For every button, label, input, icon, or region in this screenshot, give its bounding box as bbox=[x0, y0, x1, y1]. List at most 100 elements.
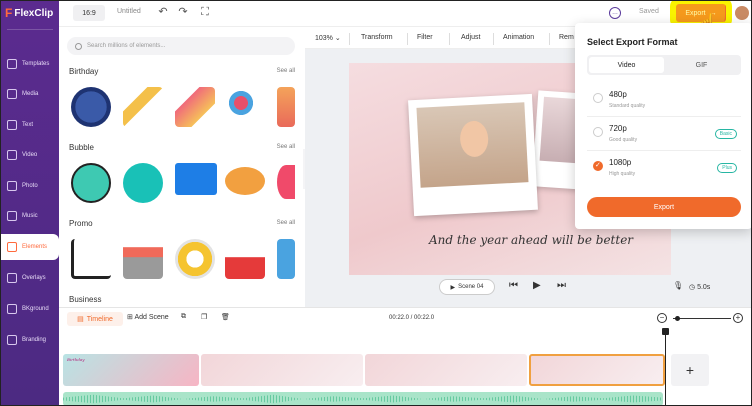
see-all-link[interactable]: See all bbox=[277, 144, 295, 150]
next-scene-icon[interactable]: ⏭ bbox=[557, 280, 566, 291]
templates-icon bbox=[7, 59, 17, 69]
divider bbox=[493, 33, 494, 45]
section-title-birthday: Birthday bbox=[69, 67, 99, 76]
promo-element[interactable] bbox=[277, 239, 295, 279]
divider bbox=[407, 33, 408, 45]
timeline-tab[interactable]: ▤ Timeline bbox=[67, 312, 123, 326]
square-bubble-element[interactable] bbox=[175, 163, 217, 195]
previous-scene-icon[interactable]: ⏮ bbox=[509, 280, 518, 291]
format-tabs: Video GIF bbox=[587, 55, 741, 75]
black-friday-element[interactable] bbox=[225, 239, 265, 279]
sidebar-item-text[interactable]: Text bbox=[1, 112, 59, 138]
background-icon bbox=[7, 304, 17, 314]
project-title[interactable]: Untitled bbox=[117, 8, 141, 15]
delivery-truck-element[interactable] bbox=[123, 239, 163, 279]
trash-icon[interactable]: 🗑 bbox=[221, 313, 230, 321]
sidebar-item-music[interactable]: Music bbox=[1, 203, 59, 229]
sidebar-item-label: Video bbox=[22, 152, 38, 158]
copy-icon[interactable]: ❐ bbox=[201, 313, 207, 321]
add-scene-plus-button[interactable]: + bbox=[671, 354, 709, 386]
caption-text[interactable]: And the year ahead will be better bbox=[429, 233, 669, 247]
sidebar-item-video[interactable]: Video bbox=[1, 142, 59, 168]
clock-icon: ◷ bbox=[689, 284, 696, 291]
cake-slice-element[interactable] bbox=[277, 87, 295, 127]
tab-transform[interactable]: Transform bbox=[361, 34, 393, 41]
search-input[interactable]: Search millions of elements... bbox=[67, 37, 295, 55]
split-icon[interactable]: ⧉ bbox=[181, 313, 186, 321]
zoom-out-icon[interactable]: − bbox=[657, 313, 667, 323]
photo-image bbox=[416, 102, 529, 188]
option-720p[interactable]: 720p Good quality Basic bbox=[587, 117, 741, 151]
divider bbox=[7, 29, 53, 30]
avatar[interactable] bbox=[735, 6, 749, 20]
round-bubble-element[interactable] bbox=[123, 163, 163, 203]
see-all-link[interactable]: See all bbox=[277, 68, 295, 74]
radio-720p[interactable] bbox=[593, 127, 603, 137]
scene-duration[interactable]: ◷ 5.0s bbox=[689, 283, 710, 291]
divider bbox=[549, 33, 550, 45]
sidebar-item-branding[interactable]: Branding bbox=[1, 327, 59, 353]
sidebar-item-media[interactable]: Media bbox=[1, 81, 59, 107]
audio-track[interactable] bbox=[63, 392, 663, 405]
radio-480p[interactable] bbox=[593, 93, 603, 103]
section-title-promo: Promo bbox=[69, 219, 93, 228]
sidebar-item-templates[interactable]: Templates bbox=[1, 51, 59, 77]
tab-animation[interactable]: Animation bbox=[503, 34, 534, 41]
cloud-bubble-element[interactable] bbox=[71, 163, 111, 203]
scene-selector[interactable]: ▶ Scene 04 bbox=[439, 279, 495, 295]
playhead[interactable] bbox=[662, 328, 669, 405]
zoom-in-icon[interactable]: + bbox=[733, 313, 743, 323]
oval-bubble-element[interactable] bbox=[225, 167, 265, 195]
tab-gif[interactable]: GIF bbox=[664, 57, 739, 73]
chat-icon[interactable]: … bbox=[609, 7, 621, 19]
duration-value: 5.0s bbox=[697, 284, 711, 291]
timeline-label: Timeline bbox=[86, 315, 113, 323]
timeline-clip[interactable] bbox=[201, 354, 363, 386]
plan-badge: Basic bbox=[714, 129, 737, 139]
audio-waveform bbox=[63, 394, 663, 404]
sidebar-item-bkground[interactable]: BKground bbox=[1, 296, 59, 322]
zoom-slider[interactable] bbox=[673, 318, 731, 319]
flexclip-logo[interactable]: F FlexClip bbox=[5, 5, 61, 21]
party-popper-element[interactable] bbox=[175, 87, 215, 127]
party-hat-element[interactable] bbox=[123, 87, 163, 127]
tab-remove[interactable]: Rem bbox=[559, 34, 574, 41]
birthday-cake-element[interactable] bbox=[71, 87, 111, 127]
zoom-dropdown[interactable]: 103% ⌄ bbox=[315, 34, 341, 42]
tab-video[interactable]: Video bbox=[589, 57, 664, 73]
polaroid-photo-front[interactable] bbox=[408, 93, 538, 217]
redo-icon[interactable]: ↷ bbox=[177, 6, 189, 18]
export-confirm-button[interactable]: Export bbox=[587, 197, 741, 217]
zoom-slider-handle[interactable] bbox=[675, 316, 680, 321]
divider bbox=[449, 33, 450, 45]
sidebar-item-photo[interactable]: Photo bbox=[1, 173, 59, 199]
gift-balloons-element[interactable] bbox=[225, 87, 265, 127]
aspect-ratio-button[interactable]: 16:9 bbox=[73, 5, 105, 21]
timeline-clip[interactable] bbox=[365, 354, 527, 386]
option-1080p[interactable]: 1080p High quality Plus bbox=[587, 151, 741, 185]
pink-bubble-element[interactable] bbox=[277, 165, 295, 199]
play-icon[interactable]: ▶ bbox=[533, 280, 541, 291]
sidebar-item-overlays[interactable]: Overlays bbox=[1, 265, 59, 291]
elements-icon bbox=[7, 242, 17, 252]
badge-element[interactable] bbox=[175, 239, 215, 279]
option-480p[interactable]: 480p Standard quality bbox=[587, 83, 741, 117]
tab-filter[interactable]: Filter bbox=[417, 34, 433, 41]
fullscreen-icon[interactable]: ⛶ bbox=[199, 6, 211, 18]
music-icon bbox=[7, 211, 17, 221]
undo-icon[interactable]: ↶ bbox=[157, 6, 169, 18]
radio-1080p[interactable] bbox=[593, 161, 603, 171]
tab-adjust[interactable]: Adjust bbox=[461, 34, 480, 41]
microphone-icon[interactable]: 🎙 bbox=[673, 281, 683, 290]
add-scene-button[interactable]: ⊞ Add Scene bbox=[127, 313, 169, 321]
timeline-clip-selected[interactable] bbox=[529, 354, 665, 386]
logo-mark-icon: F bbox=[5, 6, 13, 20]
logo-text: FlexClip bbox=[14, 7, 54, 19]
text-icon bbox=[7, 120, 17, 130]
shopping-cart-element[interactable] bbox=[71, 239, 111, 279]
sidebar-item-elements[interactable]: Elements bbox=[1, 234, 59, 260]
search-placeholder: Search millions of elements... bbox=[87, 43, 166, 49]
timeline-clip-birthday[interactable]: Birthday bbox=[63, 354, 199, 386]
resolution-label: 1080p bbox=[609, 158, 632, 167]
see-all-link[interactable]: See all bbox=[277, 220, 295, 226]
